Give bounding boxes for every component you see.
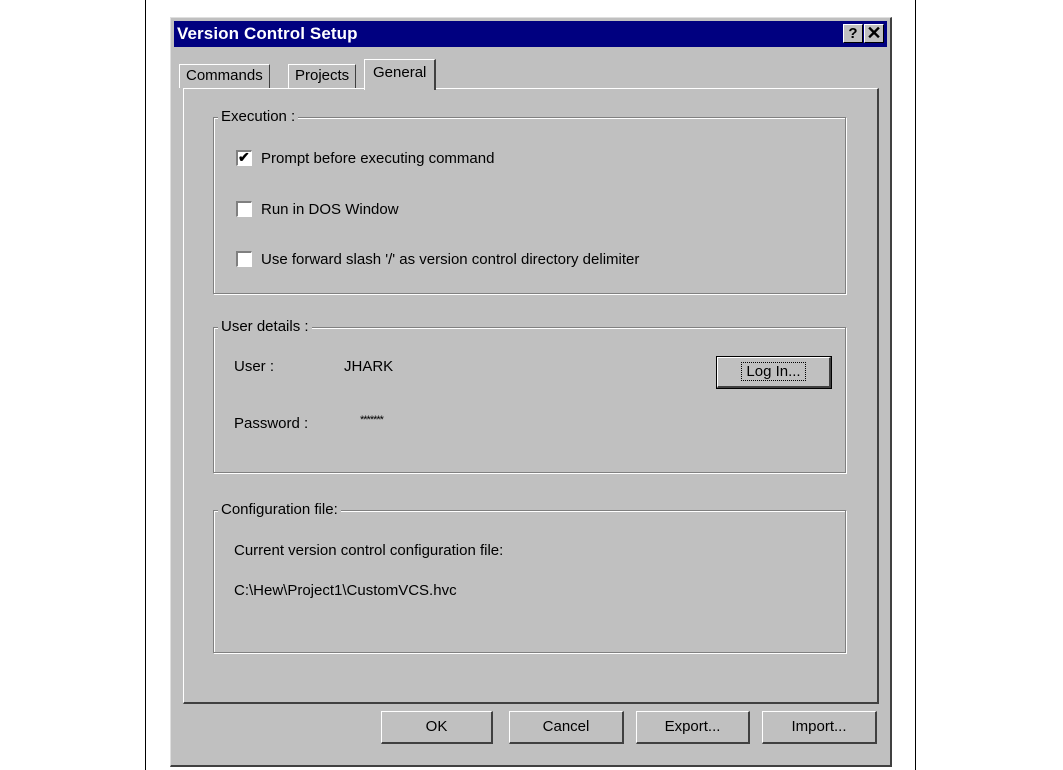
configuration-file-group: Configuration file: Current version cont… [213, 501, 846, 653]
close-icon: ✕ [866, 23, 882, 43]
cancel-button[interactable]: Cancel [509, 711, 624, 744]
run-in-dos-window-option[interactable]: Run in DOS Window [236, 199, 399, 219]
run-in-dos-window-checkbox[interactable] [236, 201, 252, 217]
forward-slash-delimiter-label: Use forward slash '/' as version control… [261, 250, 640, 268]
forward-slash-delimiter-checkbox[interactable] [236, 251, 252, 267]
password-label: Password : [234, 415, 309, 432]
help-button[interactable]: ? [843, 24, 863, 43]
user-details-group-label: User details : [218, 318, 312, 336]
run-in-dos-window-label: Run in DOS Window [261, 200, 399, 218]
forward-slash-delimiter-option[interactable]: Use forward slash '/' as version control… [236, 249, 639, 269]
doc-frame-left [145, 0, 146, 770]
config-file-description: Current version control configuration fi… [234, 542, 504, 559]
configuration-file-group-label: Configuration file: [218, 501, 341, 519]
prompt-before-executing-label: Prompt before executing command [261, 149, 495, 167]
doc-frame-right [915, 0, 916, 770]
checkmark-icon: ✔ [238, 149, 250, 165]
password-value: ******* [360, 414, 384, 426]
ok-button[interactable]: OK [381, 711, 493, 744]
dialog-title: Version Control Setup [177, 24, 358, 43]
tab-commands[interactable]: Commands [179, 64, 270, 88]
export-button[interactable]: Export... [636, 711, 750, 744]
tab-panel-general: Execution : ✔ Prompt before executing co… [183, 88, 879, 704]
tab-general[interactable]: General [364, 59, 437, 90]
user-value: JHARK [344, 358, 394, 375]
user-label: User : [234, 358, 275, 375]
import-button[interactable]: Import... [762, 711, 877, 744]
prompt-before-executing-checkbox[interactable]: ✔ [236, 149, 252, 166]
help-icon: ? [848, 25, 858, 42]
execution-group-label: Execution : [218, 108, 299, 126]
log-in-button[interactable]: Log In... [716, 356, 832, 389]
tab-projects[interactable]: Projects [288, 64, 357, 88]
prompt-before-executing-option[interactable]: ✔ Prompt before executing command [236, 148, 494, 168]
execution-group: Execution : ✔ Prompt before executing co… [213, 108, 846, 294]
version-control-setup-dialog: Version Control Setup ? ✕ Commands Proje… [170, 17, 892, 767]
user-details-group: User details : User : JHARK Password : *… [213, 318, 846, 473]
title-bar[interactable]: Version Control Setup ? ✕ [174, 21, 887, 47]
close-button[interactable]: ✕ [864, 24, 884, 43]
config-file-path: C:\Hew\Project1\CustomVCS.hvc [234, 582, 457, 599]
log-in-button-label: Log In... [741, 362, 806, 381]
